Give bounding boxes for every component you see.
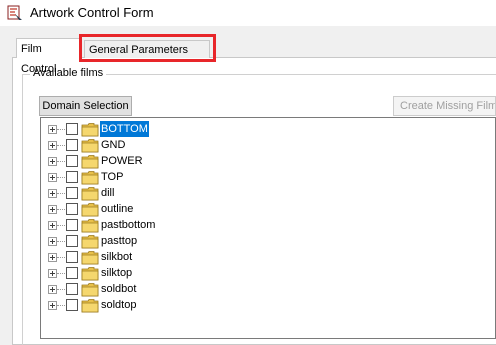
film-checkbox[interactable] [66, 155, 78, 167]
tree-connector [57, 161, 65, 162]
folder-icon [81, 155, 99, 169]
expand-plus-icon[interactable] [48, 221, 57, 230]
tree-connector [57, 193, 65, 194]
tree-connector [57, 129, 65, 130]
domain-selection-button[interactable]: Domain Selection [39, 96, 132, 116]
tree-connector [57, 257, 65, 258]
film-checkbox[interactable] [66, 139, 78, 151]
expand-plus-icon[interactable] [48, 301, 57, 310]
expand-plus-icon[interactable] [48, 141, 57, 150]
tree-item[interactable]: soldbot [48, 281, 488, 297]
tree-connector [57, 145, 65, 146]
film-checkbox[interactable] [66, 123, 78, 135]
tab-film-control[interactable]: Film Control [16, 38, 82, 75]
film-label[interactable]: dill [100, 185, 115, 201]
folder-icon [81, 251, 99, 265]
film-label[interactable]: soldtop [100, 297, 137, 313]
folder-icon [81, 283, 99, 297]
film-checkbox[interactable] [66, 235, 78, 247]
create-missing-films-button[interactable]: Create Missing Films [393, 96, 496, 116]
film-label[interactable]: pastbottom [100, 217, 156, 233]
film-label[interactable]: soldbot [100, 281, 137, 297]
film-label[interactable]: TOP [100, 169, 124, 185]
tab-general-parameters[interactable]: General Parameters [84, 40, 210, 58]
folder-icon [81, 219, 99, 233]
title-bar: Artwork Control Form [0, 0, 496, 26]
tree-item[interactable]: TOP [48, 169, 488, 185]
film-checkbox[interactable] [66, 203, 78, 215]
expand-plus-icon[interactable] [48, 253, 57, 262]
folder-icon [81, 203, 99, 217]
tree-item[interactable]: silkbot [48, 249, 488, 265]
film-checkbox[interactable] [66, 171, 78, 183]
tree-connector [57, 241, 65, 242]
tree-connector [57, 289, 65, 290]
film-checkbox[interactable] [66, 267, 78, 279]
folder-icon [81, 123, 99, 137]
tree-connector [57, 177, 65, 178]
expand-plus-icon[interactable] [48, 285, 57, 294]
film-checkbox[interactable] [66, 299, 78, 311]
tree-item[interactable]: silktop [48, 265, 488, 281]
film-label[interactable]: GND [100, 137, 126, 153]
film-checkbox[interactable] [66, 187, 78, 199]
tree-item[interactable]: GND [48, 137, 488, 153]
expand-plus-icon[interactable] [48, 125, 57, 134]
film-checkbox[interactable] [66, 219, 78, 231]
tree-item[interactable]: outline [48, 201, 488, 217]
films-tree[interactable]: BOTTOM GND POWER TOP dill outline pastbottom pa… [40, 117, 496, 339]
film-label[interactable]: outline [100, 201, 134, 217]
folder-icon [81, 267, 99, 281]
tree-item[interactable]: soldtop [48, 297, 488, 313]
folder-icon [81, 235, 99, 249]
tree-item[interactable]: pastbottom [48, 217, 488, 233]
expand-plus-icon[interactable] [48, 157, 57, 166]
expand-plus-icon[interactable] [48, 237, 57, 246]
film-label[interactable]: BOTTOM [100, 121, 149, 137]
film-label[interactable]: pasttop [100, 233, 138, 249]
tree-item[interactable]: dill [48, 185, 488, 201]
folder-icon [81, 139, 99, 153]
film-checkbox[interactable] [66, 283, 78, 295]
film-label[interactable]: POWER [100, 153, 144, 169]
film-label[interactable]: silktop [100, 265, 133, 281]
expand-plus-icon[interactable] [48, 269, 57, 278]
folder-icon [81, 299, 99, 313]
tree-item[interactable]: pasttop [48, 233, 488, 249]
expand-plus-icon[interactable] [48, 205, 57, 214]
expand-plus-icon[interactable] [48, 173, 57, 182]
tree-connector [57, 209, 65, 210]
tree-connector [57, 305, 65, 306]
tree-item[interactable]: POWER [48, 153, 488, 169]
tree-connector [57, 273, 65, 274]
artwork-app-icon [7, 5, 22, 20]
expand-plus-icon[interactable] [48, 189, 57, 198]
window-title: Artwork Control Form [30, 5, 154, 20]
film-checkbox[interactable] [66, 251, 78, 263]
folder-icon [81, 187, 99, 201]
tree-connector [57, 225, 65, 226]
folder-icon [81, 171, 99, 185]
film-label[interactable]: silkbot [100, 249, 133, 265]
tree-item[interactable]: BOTTOM [48, 121, 488, 137]
